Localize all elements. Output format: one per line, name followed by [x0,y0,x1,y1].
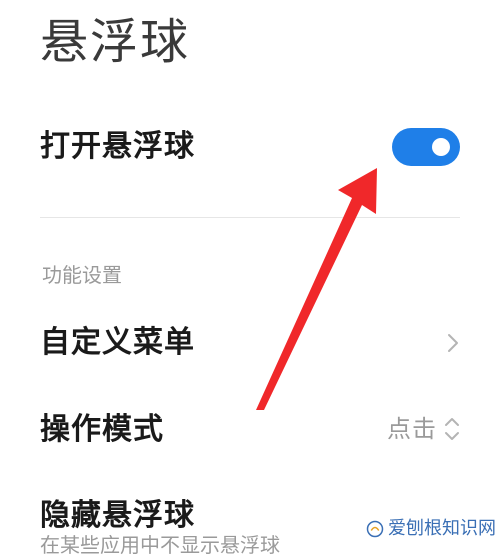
operation-mode-label: 操作模式 [40,412,164,447]
operation-mode-value[interactable]: 点击 [387,414,437,444]
watermark-logo-icon [366,520,384,538]
enable-floating-ball-toggle[interactable] [392,128,460,166]
hide-floating-ball-label: 隐藏悬浮球 [40,498,195,533]
custom-menu-label: 自定义菜单 [40,325,195,360]
setting-row-custom-menu[interactable]: 自定义菜单 [0,318,500,368]
enable-floating-ball-label: 打开悬浮球 [40,129,195,164]
watermark: 爱刨根知识网 [366,514,496,544]
updown-chevron-icon[interactable] [443,414,461,444]
watermark-text: 爱刨根知识网 [388,518,496,539]
hide-floating-ball-subtext: 在某些应用中不显示悬浮球 [40,533,280,557]
chevron-right-icon [448,334,458,352]
divider [40,217,460,218]
toggle-knob [432,138,450,156]
section-header-functions: 功能设置 [42,263,122,287]
page-title: 悬浮球 [40,14,191,70]
